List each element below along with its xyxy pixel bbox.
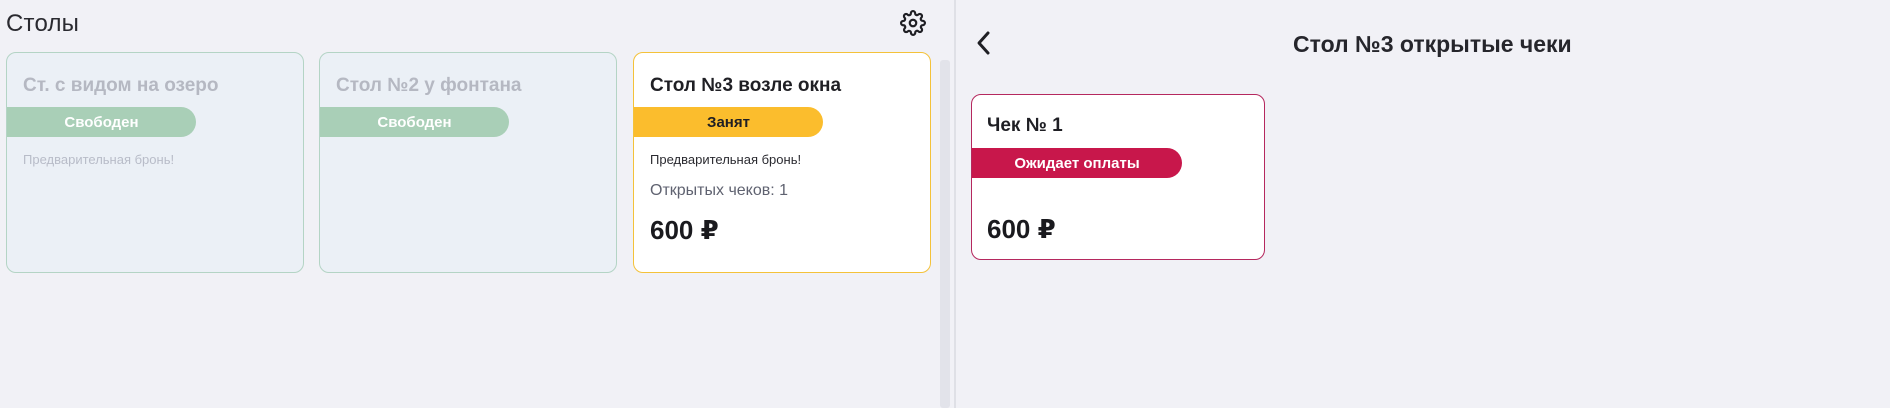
status-badge: Ожидает оплаты [972, 148, 1182, 178]
tables-panel: Столы Ст. с видом на озеро Свободен Пред… [0, 0, 954, 408]
tables-title: Столы [6, 10, 80, 37]
settings-button[interactable] [898, 8, 928, 38]
check-sum: 600 ₽ [987, 214, 1056, 244]
back-button[interactable] [970, 28, 998, 58]
open-checks-count: Открытых чеков: 1 [650, 182, 789, 199]
check-card-1[interactable]: Чек № 1 Ожидает оплаты 600 ₽ [971, 94, 1265, 260]
check-name: Чек № 1 [987, 115, 1063, 136]
table-card-1[interactable]: Ст. с видом на озеро Свободен Предварите… [6, 52, 304, 273]
gear-icon [900, 10, 926, 36]
status-badge: Занят [634, 107, 823, 137]
table-card-2[interactable]: Стол №2 у фонтана Свободен [319, 52, 617, 273]
scrollbar[interactable] [940, 60, 950, 408]
table-name: Ст. с видом на озеро [23, 75, 219, 96]
checks-panel: Стол №3 открытые чеки Чек № 1 Ожидает оп… [956, 0, 1890, 408]
table-name: Стол №3 возле окна [650, 75, 842, 96]
table-card-3[interactable]: Стол №3 возле окна Занят Предварительная… [633, 52, 931, 273]
status-badge: Свободен [320, 107, 509, 137]
reserve-note: Предварительная бронь! [650, 152, 802, 167]
chevron-left-icon [977, 31, 990, 55]
table-sum: 600 ₽ [650, 215, 719, 245]
table-name: Стол №2 у фонтана [336, 75, 522, 96]
status-badge: Свободен [7, 107, 196, 137]
checks-title: Стол №3 открытые чеки [1293, 31, 1572, 57]
reserve-note: Предварительная бронь! [23, 152, 175, 167]
